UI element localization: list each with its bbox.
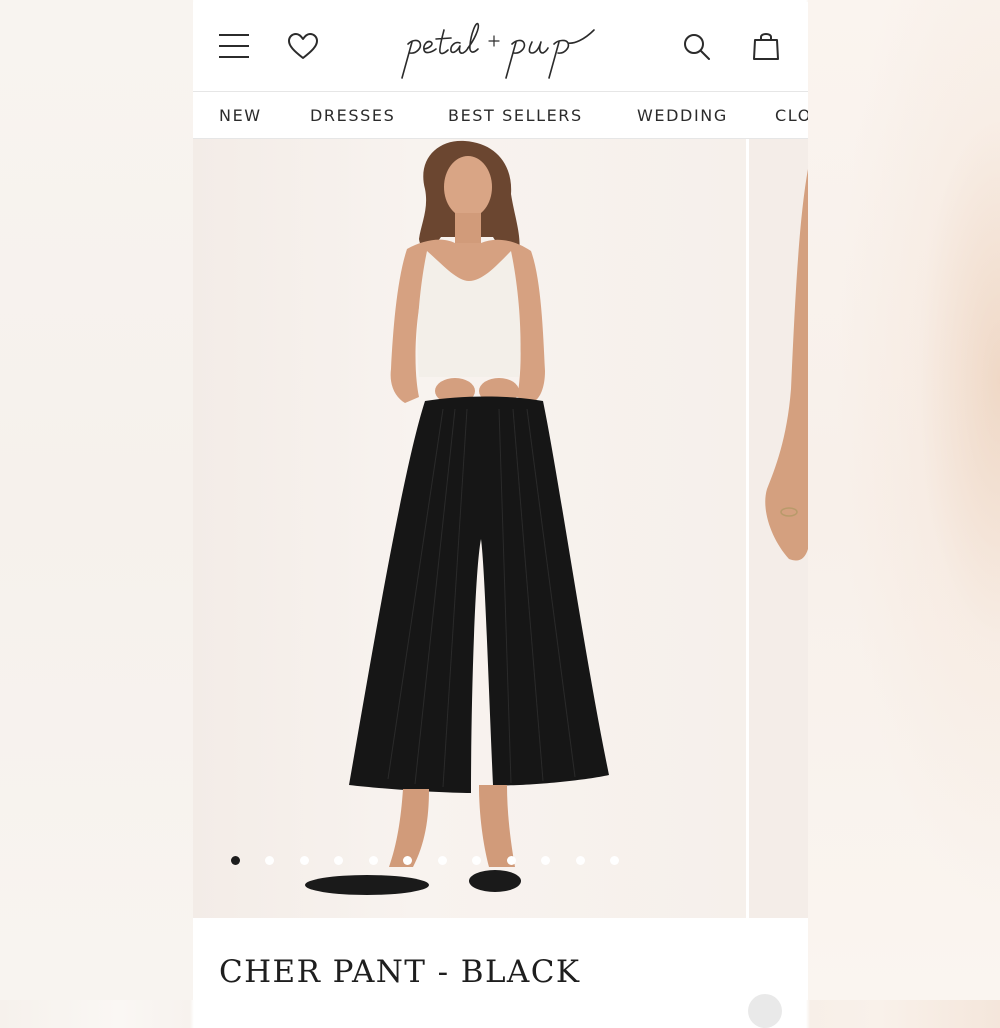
category-nav: NEW DRESSES BEST SELLERS WEDDING CLO [193, 92, 808, 139]
mobile-page: NEW DRESSES BEST SELLERS WEDDING CLO [193, 2, 808, 1000]
gallery-dot[interactable] [507, 856, 516, 865]
product-image-next-peek[interactable] [749, 139, 808, 918]
nav-item-new[interactable]: NEW [219, 106, 262, 125]
gallery-dot[interactable] [438, 856, 447, 865]
model-photo [305, 140, 609, 895]
gallery-dot[interactable] [265, 856, 274, 865]
petal-and-pup-logo[interactable] [398, 12, 613, 82]
blurred-backdrop-right [808, 0, 1000, 1000]
gallery-dot[interactable] [472, 856, 481, 865]
product-image-main[interactable] [193, 139, 746, 918]
nav-item-wedding[interactable]: WEDDING [637, 106, 728, 125]
product-image-gallery[interactable] [193, 139, 808, 918]
gallery-dot[interactable] [541, 856, 550, 865]
product-title: CHER PANT - BLACK [219, 954, 581, 990]
site-header [193, 2, 808, 92]
shopping-bag-icon[interactable] [752, 30, 780, 62]
gallery-dot[interactable] [300, 856, 309, 865]
blurred-backdrop-left [0, 0, 193, 1000]
nav-item-best-sellers[interactable]: BEST SELLERS [448, 106, 583, 125]
chat-button-partial[interactable] [748, 994, 782, 1028]
gallery-dot[interactable] [403, 856, 412, 865]
model-arm-photo [765, 169, 808, 561]
heart-icon[interactable] [288, 33, 318, 60]
nav-item-dresses[interactable]: DRESSES [310, 106, 395, 125]
search-icon[interactable] [683, 33, 711, 61]
menu-icon[interactable] [218, 32, 250, 60]
gallery-dot[interactable] [369, 856, 378, 865]
gallery-dot[interactable] [576, 856, 585, 865]
gallery-dot[interactable] [610, 856, 619, 865]
gallery-dot[interactable] [334, 856, 343, 865]
nav-item-clothing[interactable]: CLO [775, 106, 808, 125]
gallery-dot[interactable] [231, 856, 240, 865]
